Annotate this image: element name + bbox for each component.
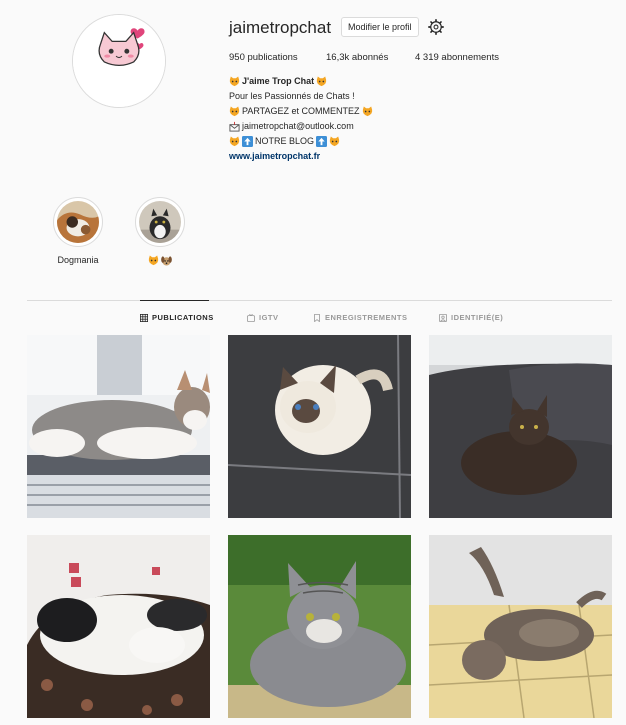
profile-avatar[interactable]	[72, 14, 166, 108]
tab-publications[interactable]: PUBLICATIONS	[140, 313, 214, 322]
tab-label: IGTV	[259, 313, 279, 322]
post-image	[27, 335, 210, 518]
highlight-thumbnail	[57, 201, 99, 243]
post-thumbnail[interactable]	[429, 535, 612, 718]
tab-igtv[interactable]: IGTV	[247, 313, 279, 322]
post-image	[228, 535, 411, 718]
profile-bio: J'aime Trop Chat Pour les Passionnés de …	[229, 74, 373, 164]
following-count[interactable]: 4 319 abonnements	[415, 52, 499, 63]
edit-profile-button[interactable]: Modifier le profil	[341, 17, 419, 37]
cat-face-icon	[148, 255, 159, 266]
bio-name: J'aime Trop Chat	[242, 76, 315, 86]
arrow-up-icon	[316, 136, 328, 147]
username: jaimetropchat	[229, 18, 332, 37]
grid-icon	[140, 313, 148, 322]
post-image	[429, 535, 612, 718]
posts-count: 950 publications	[229, 52, 298, 63]
cat-face-icon	[362, 106, 372, 117]
bio-blog: NOTRE BLOG	[255, 136, 315, 146]
post-image	[228, 335, 411, 518]
cat-face-icon	[329, 136, 340, 147]
post-thumbnail[interactable]	[27, 335, 210, 518]
tab-saved[interactable]: ENREGISTREMENTS	[313, 313, 408, 322]
highlight-cat-dog[interactable]	[133, 197, 187, 266]
tag-icon	[439, 313, 447, 322]
highlight-label	[133, 255, 187, 266]
highlight-dogmania[interactable]: Dogmania	[51, 197, 105, 265]
bio-email: jaimetropchat@outlook.com	[242, 121, 354, 131]
bookmark-icon	[314, 313, 320, 322]
cat-face-icon	[229, 106, 240, 117]
igtv-icon	[247, 313, 255, 322]
tabs-divider	[27, 300, 612, 301]
post-thumbnail[interactable]	[228, 535, 411, 718]
cat-face-icon	[229, 76, 240, 87]
tab-label: IDENTIFIÉ(E)	[451, 313, 504, 322]
bio-website-link[interactable]: www.jaimetropchat.fr	[229, 149, 320, 164]
post-thumbnail[interactable]	[429, 335, 612, 518]
post-thumbnail[interactable]	[228, 335, 411, 518]
tab-label: ENREGISTREMENTS	[325, 313, 408, 322]
dog-face-icon	[161, 256, 172, 266]
highlight-thumbnail	[139, 201, 181, 243]
cat-face-icon	[229, 136, 240, 147]
highlight-label: Dogmania	[57, 255, 99, 265]
cat-logo-icon	[73, 15, 165, 107]
mailbox-icon	[229, 121, 240, 132]
active-tab-indicator	[140, 300, 209, 301]
tab-label: PUBLICATIONS	[152, 313, 214, 322]
cat-face-icon	[316, 76, 327, 87]
post-image	[429, 335, 612, 518]
arrow-up-icon	[242, 136, 253, 147]
post-thumbnail[interactable]	[27, 535, 210, 718]
post-image	[27, 535, 210, 718]
gear-icon[interactable]	[427, 18, 445, 36]
followers-count[interactable]: 16,3k abonnés	[326, 52, 388, 63]
bio-share: PARTAGEZ et COMMENTEZ	[242, 106, 360, 116]
bio-tagline: Pour les Passionnés de Chats !	[229, 91, 355, 101]
tab-tagged[interactable]: IDENTIFIÉ(E)	[439, 313, 503, 322]
